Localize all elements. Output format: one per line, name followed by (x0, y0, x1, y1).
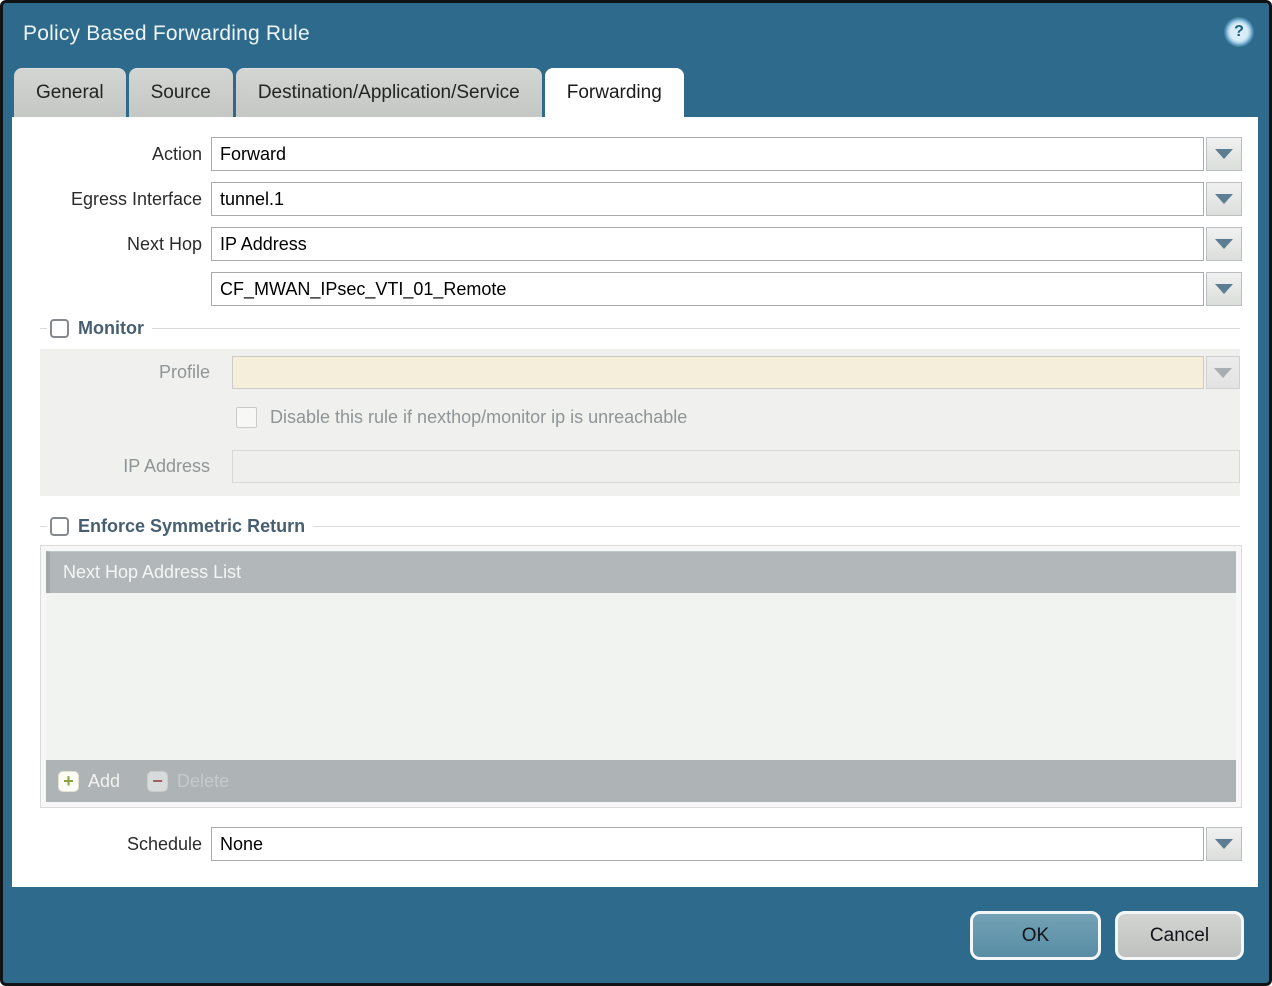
monitor-ip-address-row: IP Address (40, 450, 1240, 483)
legend-line (40, 328, 47, 329)
monitor-ip-address-input (232, 450, 1240, 483)
next-hop-address-list-header: Next Hop Address List (46, 551, 1236, 593)
legend-line (152, 328, 1240, 329)
schedule-label: Schedule (12, 827, 211, 861)
schedule-combo: None (211, 827, 1242, 861)
tab-forwarding[interactable]: Forwarding (545, 68, 684, 117)
monitor-checkbox[interactable] (50, 319, 69, 338)
ok-button[interactable]: OK (970, 911, 1101, 960)
next-hop-address-select[interactable]: CF_MWAN_IPsec_VTI_01_Remote (211, 272, 1204, 306)
next-hop-address-list: Next Hop Address List + Add − Delete (40, 545, 1242, 808)
monitor-legend-label: Monitor (78, 318, 152, 339)
next-hop-address-list-header-label: Next Hop Address List (63, 562, 241, 583)
dialog-titlebar: Policy Based Forwarding Rule ? (3, 3, 1269, 68)
next-hop-address-combo: CF_MWAN_IPsec_VTI_01_Remote (211, 272, 1242, 306)
egress-interface-dropdown-button[interactable] (1206, 182, 1242, 216)
profile-dropdown-button (1206, 356, 1240, 389)
chevron-down-icon (1215, 839, 1233, 849)
disable-rule-label: Disable this rule if nexthop/monitor ip … (270, 407, 687, 428)
tab-source-label: Source (151, 82, 211, 104)
add-button-label: Add (88, 771, 120, 792)
action-label: Action (12, 137, 211, 171)
dialog-footer: OK Cancel (3, 887, 1269, 960)
monitor-legend: Monitor (40, 317, 1240, 340)
next-hop-dropdown-button[interactable] (1206, 227, 1242, 261)
minus-icon: − (147, 771, 168, 792)
plus-icon: + (58, 771, 79, 792)
action-combo: Forward (211, 137, 1242, 171)
tab-source[interactable]: Source (129, 68, 233, 117)
symmetric-return-checkbox[interactable] (50, 517, 69, 536)
tab-destination-application-service-label: Destination/Application/Service (258, 82, 520, 104)
help-icon[interactable]: ? (1224, 17, 1254, 47)
profile-row: Profile (40, 356, 1240, 389)
egress-interface-row: Egress Interface tunnel.1 (12, 182, 1258, 216)
symmetric-return-legend: Enforce Symmetric Return (40, 515, 1240, 538)
action-select[interactable]: Forward (211, 137, 1204, 171)
symmetric-return-legend-label: Enforce Symmetric Return (78, 516, 313, 537)
next-hop-label: Next Hop (12, 227, 211, 261)
add-button[interactable]: + Add (58, 771, 120, 792)
action-dropdown-button[interactable] (1206, 137, 1242, 171)
policy-based-forwarding-dialog: Policy Based Forwarding Rule ? General S… (0, 0, 1272, 986)
chevron-down-icon (1215, 284, 1233, 294)
monitor-panel: Profile Disable this rule if nexthop/mon… (40, 349, 1240, 496)
profile-label: Profile (40, 356, 222, 389)
forwarding-tab-panel: Action Forward Egress Interface tunnel.1… (12, 117, 1258, 887)
next-hop-address-row: CF_MWAN_IPsec_VTI_01_Remote (12, 272, 1258, 306)
schedule-row: Schedule None (12, 827, 1258, 861)
legend-line (313, 526, 1240, 527)
chevron-down-icon (1215, 239, 1233, 249)
tab-forwarding-label: Forwarding (567, 82, 662, 104)
chevron-down-icon (1215, 194, 1233, 204)
disable-rule-row: Disable this rule if nexthop/monitor ip … (40, 407, 1240, 428)
next-hop-address-list-body[interactable] (46, 593, 1236, 760)
next-hop-combo: IP Address (211, 227, 1242, 261)
cancel-button[interactable]: Cancel (1115, 911, 1244, 960)
help-icon-glyph: ? (1234, 23, 1244, 41)
tab-general[interactable]: General (14, 68, 126, 117)
monitor-ip-address-label: IP Address (40, 450, 222, 483)
tab-destination-application-service[interactable]: Destination/Application/Service (236, 68, 542, 117)
disable-rule-checkbox (236, 407, 257, 428)
chevron-down-icon (1214, 368, 1232, 378)
next-hop-select[interactable]: IP Address (211, 227, 1204, 261)
legend-line (40, 526, 47, 527)
next-hop-row: Next Hop IP Address (12, 227, 1258, 261)
dialog-title: Policy Based Forwarding Rule (23, 22, 310, 46)
egress-interface-select[interactable]: tunnel.1 (211, 182, 1204, 216)
delete-button: − Delete (147, 771, 229, 792)
schedule-dropdown-button[interactable] (1206, 827, 1242, 861)
next-hop-address-label-spacer (12, 272, 211, 306)
next-hop-address-dropdown-button[interactable] (1206, 272, 1242, 306)
action-row: Action Forward (12, 137, 1258, 171)
egress-interface-label: Egress Interface (12, 182, 211, 216)
tab-general-label: General (36, 82, 104, 104)
profile-select (232, 356, 1204, 389)
schedule-select[interactable]: None (211, 827, 1204, 861)
tab-bar: General Source Destination/Application/S… (3, 68, 1269, 117)
chevron-down-icon (1215, 149, 1233, 159)
next-hop-address-list-toolbar: + Add − Delete (46, 760, 1236, 802)
egress-interface-combo: tunnel.1 (211, 182, 1242, 216)
delete-button-label: Delete (177, 771, 229, 792)
